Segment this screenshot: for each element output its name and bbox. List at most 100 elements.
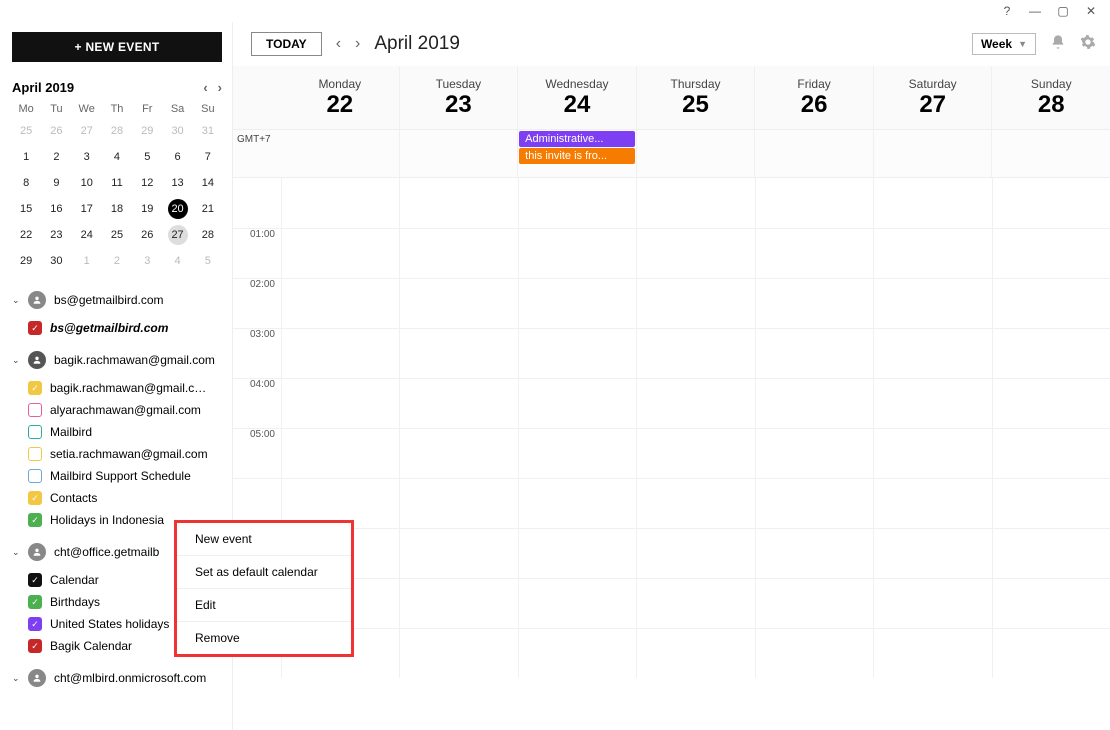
mini-cal-day[interactable]: 6 <box>163 147 191 167</box>
account-header[interactable]: ⌄ cht@mlbird.onmicrosoft.com <box>12 669 222 687</box>
mini-cal-day[interactable]: 1 <box>73 251 101 271</box>
mini-cal-day[interactable]: 30 <box>163 121 191 141</box>
mini-cal-day[interactable]: 7 <box>194 147 222 167</box>
mini-cal-day[interactable]: 4 <box>163 251 191 271</box>
gear-icon[interactable] <box>1080 34 1096 55</box>
mini-cal-day[interactable]: 28 <box>194 225 222 245</box>
day-header[interactable]: Thursday 25 <box>636 66 755 129</box>
calendar-checkbox[interactable] <box>28 617 42 631</box>
mini-cal-day[interactable]: 3 <box>133 251 161 271</box>
allday-cell[interactable] <box>636 130 755 177</box>
context-menu-item[interactable]: Remove <box>177 622 351 654</box>
calendar-checkbox[interactable] <box>28 321 42 335</box>
mini-cal-day[interactable]: 2 <box>42 147 70 167</box>
calendar-checkbox[interactable] <box>28 639 42 653</box>
mini-cal-day[interactable]: 19 <box>133 199 161 219</box>
day-header[interactable]: Monday 22 <box>281 66 399 129</box>
mini-cal-day[interactable]: 29 <box>12 251 40 271</box>
day-header[interactable]: Saturday 27 <box>873 66 992 129</box>
mini-cal-day[interactable]: 25 <box>103 225 131 245</box>
allday-cell[interactable] <box>399 130 518 177</box>
day-header[interactable]: Friday 26 <box>754 66 873 129</box>
context-menu-item[interactable]: Edit <box>177 589 351 622</box>
mini-cal-day[interactable]: 27 <box>168 225 188 245</box>
mini-cal-day[interactable]: 28 <box>103 121 131 141</box>
mini-cal-day[interactable]: 22 <box>12 225 40 245</box>
new-event-button[interactable]: + NEW EVENT <box>12 32 222 62</box>
mini-cal-day[interactable]: 5 <box>194 251 222 271</box>
calendar-item[interactable]: bs@getmailbird.com <box>28 321 222 335</box>
mini-cal-day[interactable]: 5 <box>133 147 161 167</box>
event-chip[interactable]: this invite is fro... <box>519 148 635 164</box>
mini-cal-day[interactable]: 11 <box>103 173 131 193</box>
calendar-item[interactable]: setia.rachmawan@gmail.com <box>28 447 222 461</box>
mini-cal-day[interactable]: 4 <box>103 147 131 167</box>
day-header[interactable]: Wednesday 24 <box>517 66 636 129</box>
mini-cal-day[interactable]: 9 <box>42 173 70 193</box>
account-header[interactable]: ⌄ bs@getmailbird.com <box>12 291 222 309</box>
maximize-button[interactable]: ▢ <box>1056 4 1070 18</box>
mini-cal-day[interactable]: 25 <box>12 121 40 141</box>
mini-cal-day[interactable]: 17 <box>73 199 101 219</box>
mini-cal-day[interactable]: 14 <box>194 173 222 193</box>
bell-icon[interactable] <box>1050 34 1066 55</box>
help-button[interactable]: ? <box>1000 4 1014 18</box>
calendar-checkbox[interactable] <box>28 491 42 505</box>
mini-cal-day[interactable]: 20 <box>168 199 188 219</box>
calendar-item[interactable]: Contacts <box>28 491 222 505</box>
mini-cal-day[interactable]: 15 <box>12 199 40 219</box>
calendar-checkbox[interactable] <box>28 447 42 461</box>
mini-cal-day[interactable]: 12 <box>133 173 161 193</box>
grid-column[interactable] <box>636 178 754 678</box>
mini-cal-day[interactable]: 21 <box>194 199 222 219</box>
minimize-button[interactable]: — <box>1028 4 1042 18</box>
mini-cal-day[interactable]: 3 <box>73 147 101 167</box>
allday-cell[interactable] <box>873 130 992 177</box>
mini-cal-day[interactable]: 18 <box>103 199 131 219</box>
mini-cal-day[interactable]: 27 <box>73 121 101 141</box>
calendar-checkbox[interactable] <box>28 595 42 609</box>
mini-cal-day[interactable]: 23 <box>42 225 70 245</box>
mini-cal-day[interactable]: 1 <box>12 147 40 167</box>
mini-cal-day[interactable]: 31 <box>194 121 222 141</box>
calendar-checkbox[interactable] <box>28 469 42 483</box>
calendar-checkbox[interactable] <box>28 381 42 395</box>
day-header[interactable]: Tuesday 23 <box>399 66 518 129</box>
grid-column[interactable] <box>992 178 1110 678</box>
mini-cal-next-icon[interactable]: › <box>218 80 222 95</box>
calendar-checkbox[interactable] <box>28 403 42 417</box>
prev-week-icon[interactable]: ‹ <box>336 35 341 53</box>
allday-cell[interactable] <box>991 130 1110 177</box>
next-week-icon[interactable]: › <box>355 35 360 53</box>
mini-cal-day[interactable]: 30 <box>42 251 70 271</box>
grid-column[interactable] <box>755 178 873 678</box>
calendar-checkbox[interactable] <box>28 513 42 527</box>
calendar-item[interactable]: alyarachmawan@gmail.com <box>28 403 222 417</box>
allday-cell[interactable]: Administrative...this invite is fro... <box>517 130 636 177</box>
calendar-item[interactable]: Mailbird <box>28 425 222 439</box>
context-menu-item[interactable]: New event <box>177 523 351 556</box>
mini-cal-day[interactable]: 16 <box>42 199 70 219</box>
mini-cal-day[interactable]: 8 <box>12 173 40 193</box>
grid-column[interactable] <box>518 178 636 678</box>
day-header[interactable]: Sunday 28 <box>991 66 1110 129</box>
allday-cell[interactable] <box>281 130 399 177</box>
mini-cal-day[interactable]: 29 <box>133 121 161 141</box>
close-button[interactable]: ✕ <box>1084 4 1098 18</box>
calendar-item[interactable]: Mailbird Support Schedule <box>28 469 222 483</box>
event-chip[interactable]: Administrative... <box>519 131 635 147</box>
view-selector[interactable]: Week ▼ <box>972 33 1036 55</box>
allday-cell[interactable] <box>754 130 873 177</box>
grid-column[interactable] <box>399 178 517 678</box>
mini-cal-prev-icon[interactable]: ‹ <box>203 80 207 95</box>
context-menu-item[interactable]: Set as default calendar <box>177 556 351 589</box>
today-button[interactable]: TODAY <box>251 32 322 56</box>
account-header[interactable]: ⌄ bagik.rachmawan@gmail.com <box>12 351 222 369</box>
calendar-checkbox[interactable] <box>28 573 42 587</box>
mini-cal-day[interactable]: 10 <box>73 173 101 193</box>
grid-column[interactable] <box>873 178 991 678</box>
time-grid[interactable]: 01:0002:0003:0004:0005:0009:00 <box>233 178 1110 730</box>
calendar-item[interactable]: bagik.rachmawan@gmail.com <box>28 381 222 395</box>
mini-cal-day[interactable]: 13 <box>163 173 191 193</box>
mini-cal-day[interactable]: 24 <box>73 225 101 245</box>
